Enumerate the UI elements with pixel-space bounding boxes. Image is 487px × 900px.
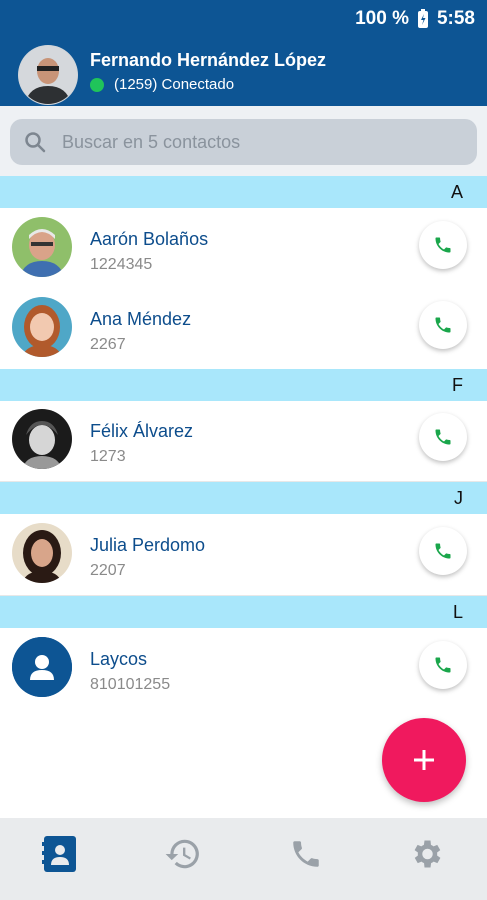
phone-icon — [435, 429, 451, 445]
phone-icon — [435, 317, 451, 333]
call-button[interactable] — [419, 301, 467, 349]
phone-icon — [293, 841, 319, 867]
contact-name: Félix Álvarez — [90, 421, 194, 441]
search-area — [0, 106, 487, 176]
contact-number: 810101255 — [90, 676, 171, 693]
call-button[interactable] — [419, 221, 467, 269]
search-box[interactable] — [10, 119, 477, 165]
contact-avatar — [12, 409, 72, 469]
plus-icon — [414, 750, 434, 770]
profile-status-text: (1259) Conectado — [114, 76, 235, 93]
contact-row[interactable]: Félix Álvarez 1273 — [0, 401, 487, 482]
battery-percent: 100 % — [355, 8, 409, 29]
contact-avatar — [12, 523, 72, 583]
contact-avatar — [12, 637, 72, 697]
contacts-icon — [42, 836, 76, 872]
settings-icon — [414, 840, 441, 868]
section-header-j: J — [0, 482, 487, 514]
online-dot-icon — [90, 77, 104, 92]
contact-name: Aarón Bolaños — [90, 229, 209, 249]
contact-row[interactable]: Laycos 810101255 — [0, 629, 487, 709]
history-icon — [165, 839, 199, 869]
bottom-nav — [0, 818, 487, 900]
profile-avatar[interactable] — [18, 45, 78, 105]
profile-name: Fernando Hernández López — [90, 50, 327, 70]
call-button[interactable] — [419, 641, 467, 689]
contact-number: 1273 — [90, 448, 126, 465]
status-bar: 100 % 5:58 — [0, 0, 487, 40]
section-header-l: L — [0, 596, 487, 628]
search-icon — [25, 132, 46, 153]
nav-settings[interactable] — [404, 832, 448, 876]
contact-name: Ana Méndez — [90, 309, 192, 329]
contact-name: Laycos — [90, 649, 148, 669]
contact-avatar — [12, 217, 72, 277]
call-button[interactable] — [419, 413, 467, 461]
contact-row[interactable]: Julia Perdomo 2207 — [0, 515, 487, 596]
phone-icon — [435, 237, 451, 253]
add-contact-button[interactable] — [382, 718, 466, 802]
profile-header[interactable]: Fernando Hernández López (1259) Conectad… — [0, 40, 487, 106]
contact-avatar — [12, 297, 72, 357]
nav-history[interactable] — [161, 832, 205, 876]
nav-contacts[interactable] — [38, 832, 82, 876]
contact-number: 1224345 — [90, 256, 153, 273]
profile-status: (1259) Conectado — [90, 76, 234, 93]
phone-icon — [435, 657, 451, 673]
section-header-a: A — [0, 176, 487, 208]
battery-icon — [417, 9, 428, 28]
phone-icon — [435, 543, 451, 559]
contact-number: 2267 — [90, 336, 126, 353]
user-placeholder-icon — [12, 637, 72, 697]
section-header-f: F — [0, 369, 487, 401]
clock: 5:58 — [436, 8, 475, 29]
nav-phone[interactable] — [284, 832, 328, 876]
contact-row[interactable]: Ana Méndez 2267 — [0, 289, 487, 370]
call-button[interactable] — [419, 527, 467, 575]
search-input[interactable] — [60, 130, 444, 154]
contact-number: 2207 — [90, 562, 126, 579]
contact-name: Julia Perdomo — [90, 535, 206, 555]
contact-row[interactable]: Aarón Bolaños 1224345 — [0, 209, 487, 290]
